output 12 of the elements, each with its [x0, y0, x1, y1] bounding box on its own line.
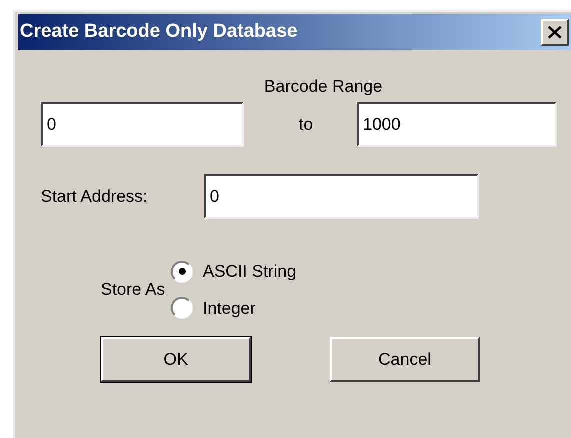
range-label: Barcode Range: [264, 76, 383, 98]
dialog-button[interactable]: OK: [101, 337, 251, 382]
dialog-button[interactable]: Cancel: [330, 337, 480, 382]
range-to-field[interactable]: 1000: [357, 102, 557, 147]
range-separator: to: [299, 114, 314, 136]
start-address-label: Start Address:: [41, 186, 149, 208]
radio-option[interactable]: ASCII String: [171, 259, 297, 284]
range-from-field[interactable]: 0: [41, 102, 244, 147]
radio-option[interactable]: Integer: [171, 296, 297, 321]
window-title: Create Barcode Only Database: [20, 20, 298, 44]
start-address-field[interactable]: 0: [204, 174, 479, 219]
store-as-label: Store As: [101, 279, 166, 302]
